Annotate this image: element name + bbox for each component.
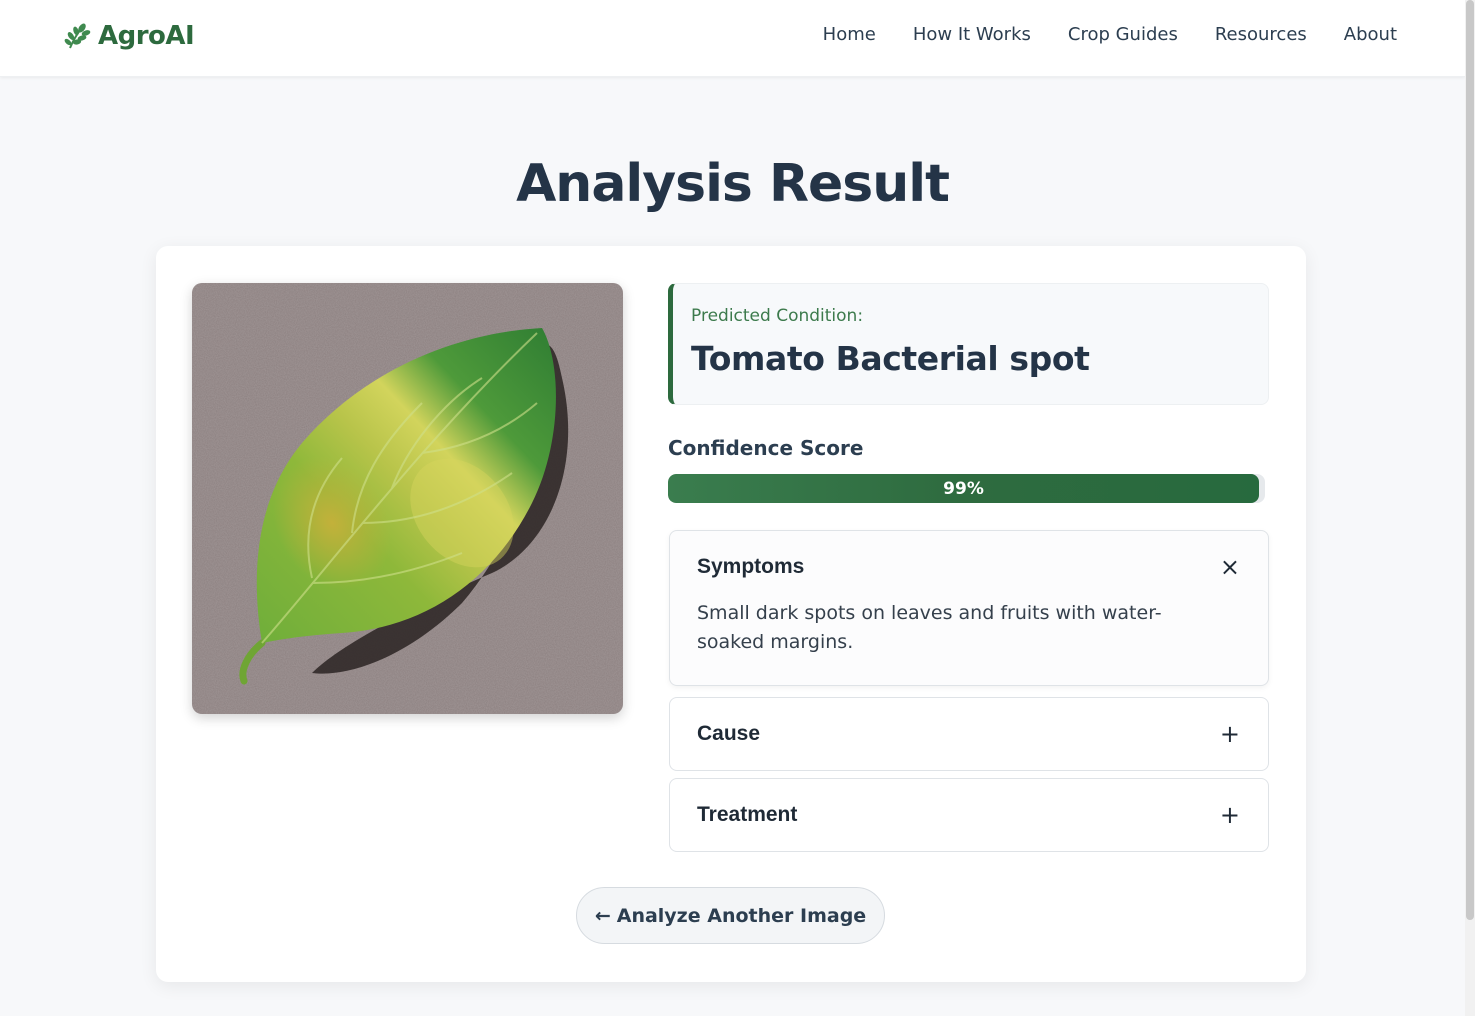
confidence-bar-fill: 99% (668, 474, 1260, 503)
confidence-score-label: Confidence Score (668, 436, 864, 460)
confidence-percent: 99% (943, 478, 984, 499)
close-icon[interactable]: × (1220, 555, 1240, 579)
nav-resources[interactable]: Resources (1215, 24, 1307, 45)
nav-home[interactable]: Home (823, 24, 876, 45)
arrow-left-icon: ← (594, 904, 611, 927)
predicted-condition-value: Tomato Bacterial spot (691, 339, 1090, 378)
prediction-panel: Predicted Condition: Tomato Bacterial sp… (668, 283, 1269, 405)
nav-crop-guides[interactable]: Crop Guides (1068, 24, 1178, 45)
page-scrollbar[interactable] (1465, 0, 1475, 1016)
brand-logo[interactable]: AgroAI (62, 18, 195, 54)
uploaded-leaf-image (192, 283, 623, 714)
accordion-title: Symptoms (697, 555, 805, 578)
accordion-symptoms-header[interactable]: Symptoms × (670, 531, 1268, 603)
plus-icon[interactable]: + (1220, 722, 1240, 746)
predicted-condition-label: Predicted Condition: (691, 306, 864, 326)
top-navbar: AgroAI Home How It Works Crop Guides Res… (0, 0, 1465, 77)
analyze-another-button[interactable]: ← Analyze Another Image (576, 887, 885, 944)
accordion-treatment-header[interactable]: Treatment + (670, 779, 1268, 851)
main-nav: Home How It Works Crop Guides Resources … (823, 24, 1397, 45)
accordion-symptoms: Symptoms × Small dark spots on leaves an… (669, 530, 1269, 686)
accordion-symptoms-body: Small dark spots on leaves and fruits wi… (697, 602, 1162, 653)
accordion-title: Treatment (697, 803, 798, 826)
brand-name: AgroAI (98, 21, 195, 51)
nav-how-it-works[interactable]: How It Works (913, 24, 1031, 45)
result-card: Predicted Condition: Tomato Bacterial sp… (156, 246, 1306, 982)
accordion-title: Cause (697, 722, 761, 745)
accordion-cause-header[interactable]: Cause + (670, 698, 1268, 770)
confidence-bar: 99% (668, 474, 1265, 503)
accordion-treatment: Treatment + (669, 778, 1269, 852)
analyze-another-label: Analyze Another Image (616, 904, 867, 927)
accordion-cause: Cause + (669, 697, 1269, 771)
leaf-sprig-icon (64, 23, 91, 49)
scrollbar-thumb[interactable] (1466, 0, 1474, 920)
plus-icon[interactable]: + (1220, 803, 1240, 827)
nav-about[interactable]: About (1344, 24, 1397, 45)
page-title: Analysis Result (516, 154, 950, 214)
